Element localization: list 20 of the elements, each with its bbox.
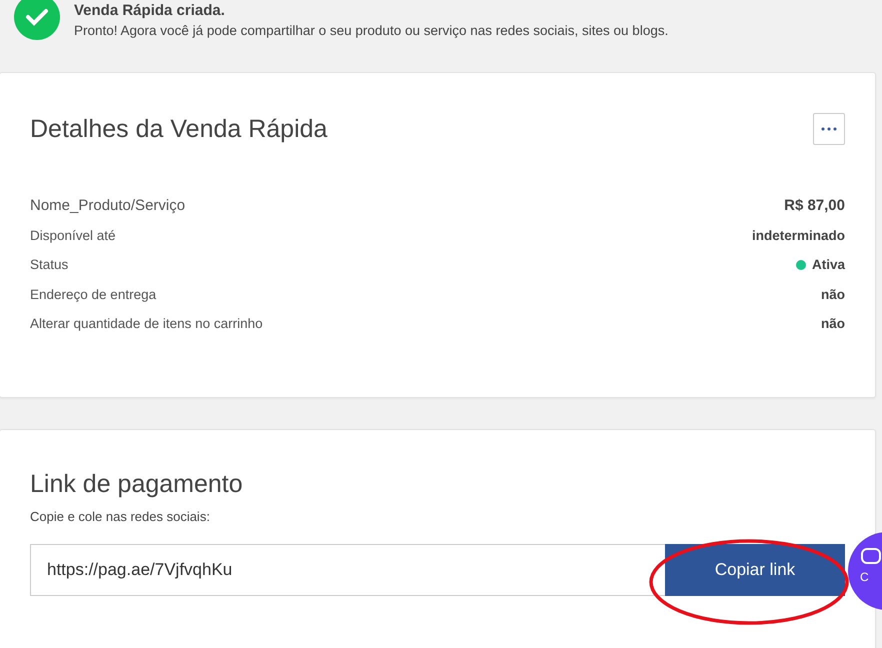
more-options-button[interactable] — [813, 113, 845, 145]
detail-value: R$ 87,00 — [784, 197, 845, 214]
detail-value: não — [820, 316, 845, 332]
detail-label: Status — [30, 257, 68, 272]
detail-label: Alterar quantidade de itens no carrinho — [30, 316, 263, 332]
details-title: Detalhes da Venda Rápida — [30, 114, 328, 144]
copy-link-button[interactable]: Copiar link — [665, 544, 845, 596]
payment-link-title: Link de pagamento — [30, 469, 244, 499]
success-check-icon — [14, 0, 60, 40]
detail-value: não — [820, 286, 845, 302]
detail-label: Endereço de entrega — [30, 286, 156, 302]
link-field[interactable]: https://pag.ae/7VjfvqhKu — [30, 544, 665, 596]
detail-value: Ativa — [812, 257, 845, 272]
detail-label: Nome_Produto/Serviço — [30, 197, 186, 214]
detail-label: Disponível até — [30, 228, 116, 243]
notice-message: Pronto! Agora você já pode compartilhar o seu produto ou serviço nas redes sociais, sites ou blogs. — [74, 23, 668, 38]
payment-link-hint: Copie e cole nas redes sociais: — [30, 509, 211, 524]
ellipsis-icon — [821, 127, 837, 131]
detail-value: indeterminado — [752, 228, 845, 243]
notice-title: Venda Rápida criada. — [74, 2, 226, 19]
